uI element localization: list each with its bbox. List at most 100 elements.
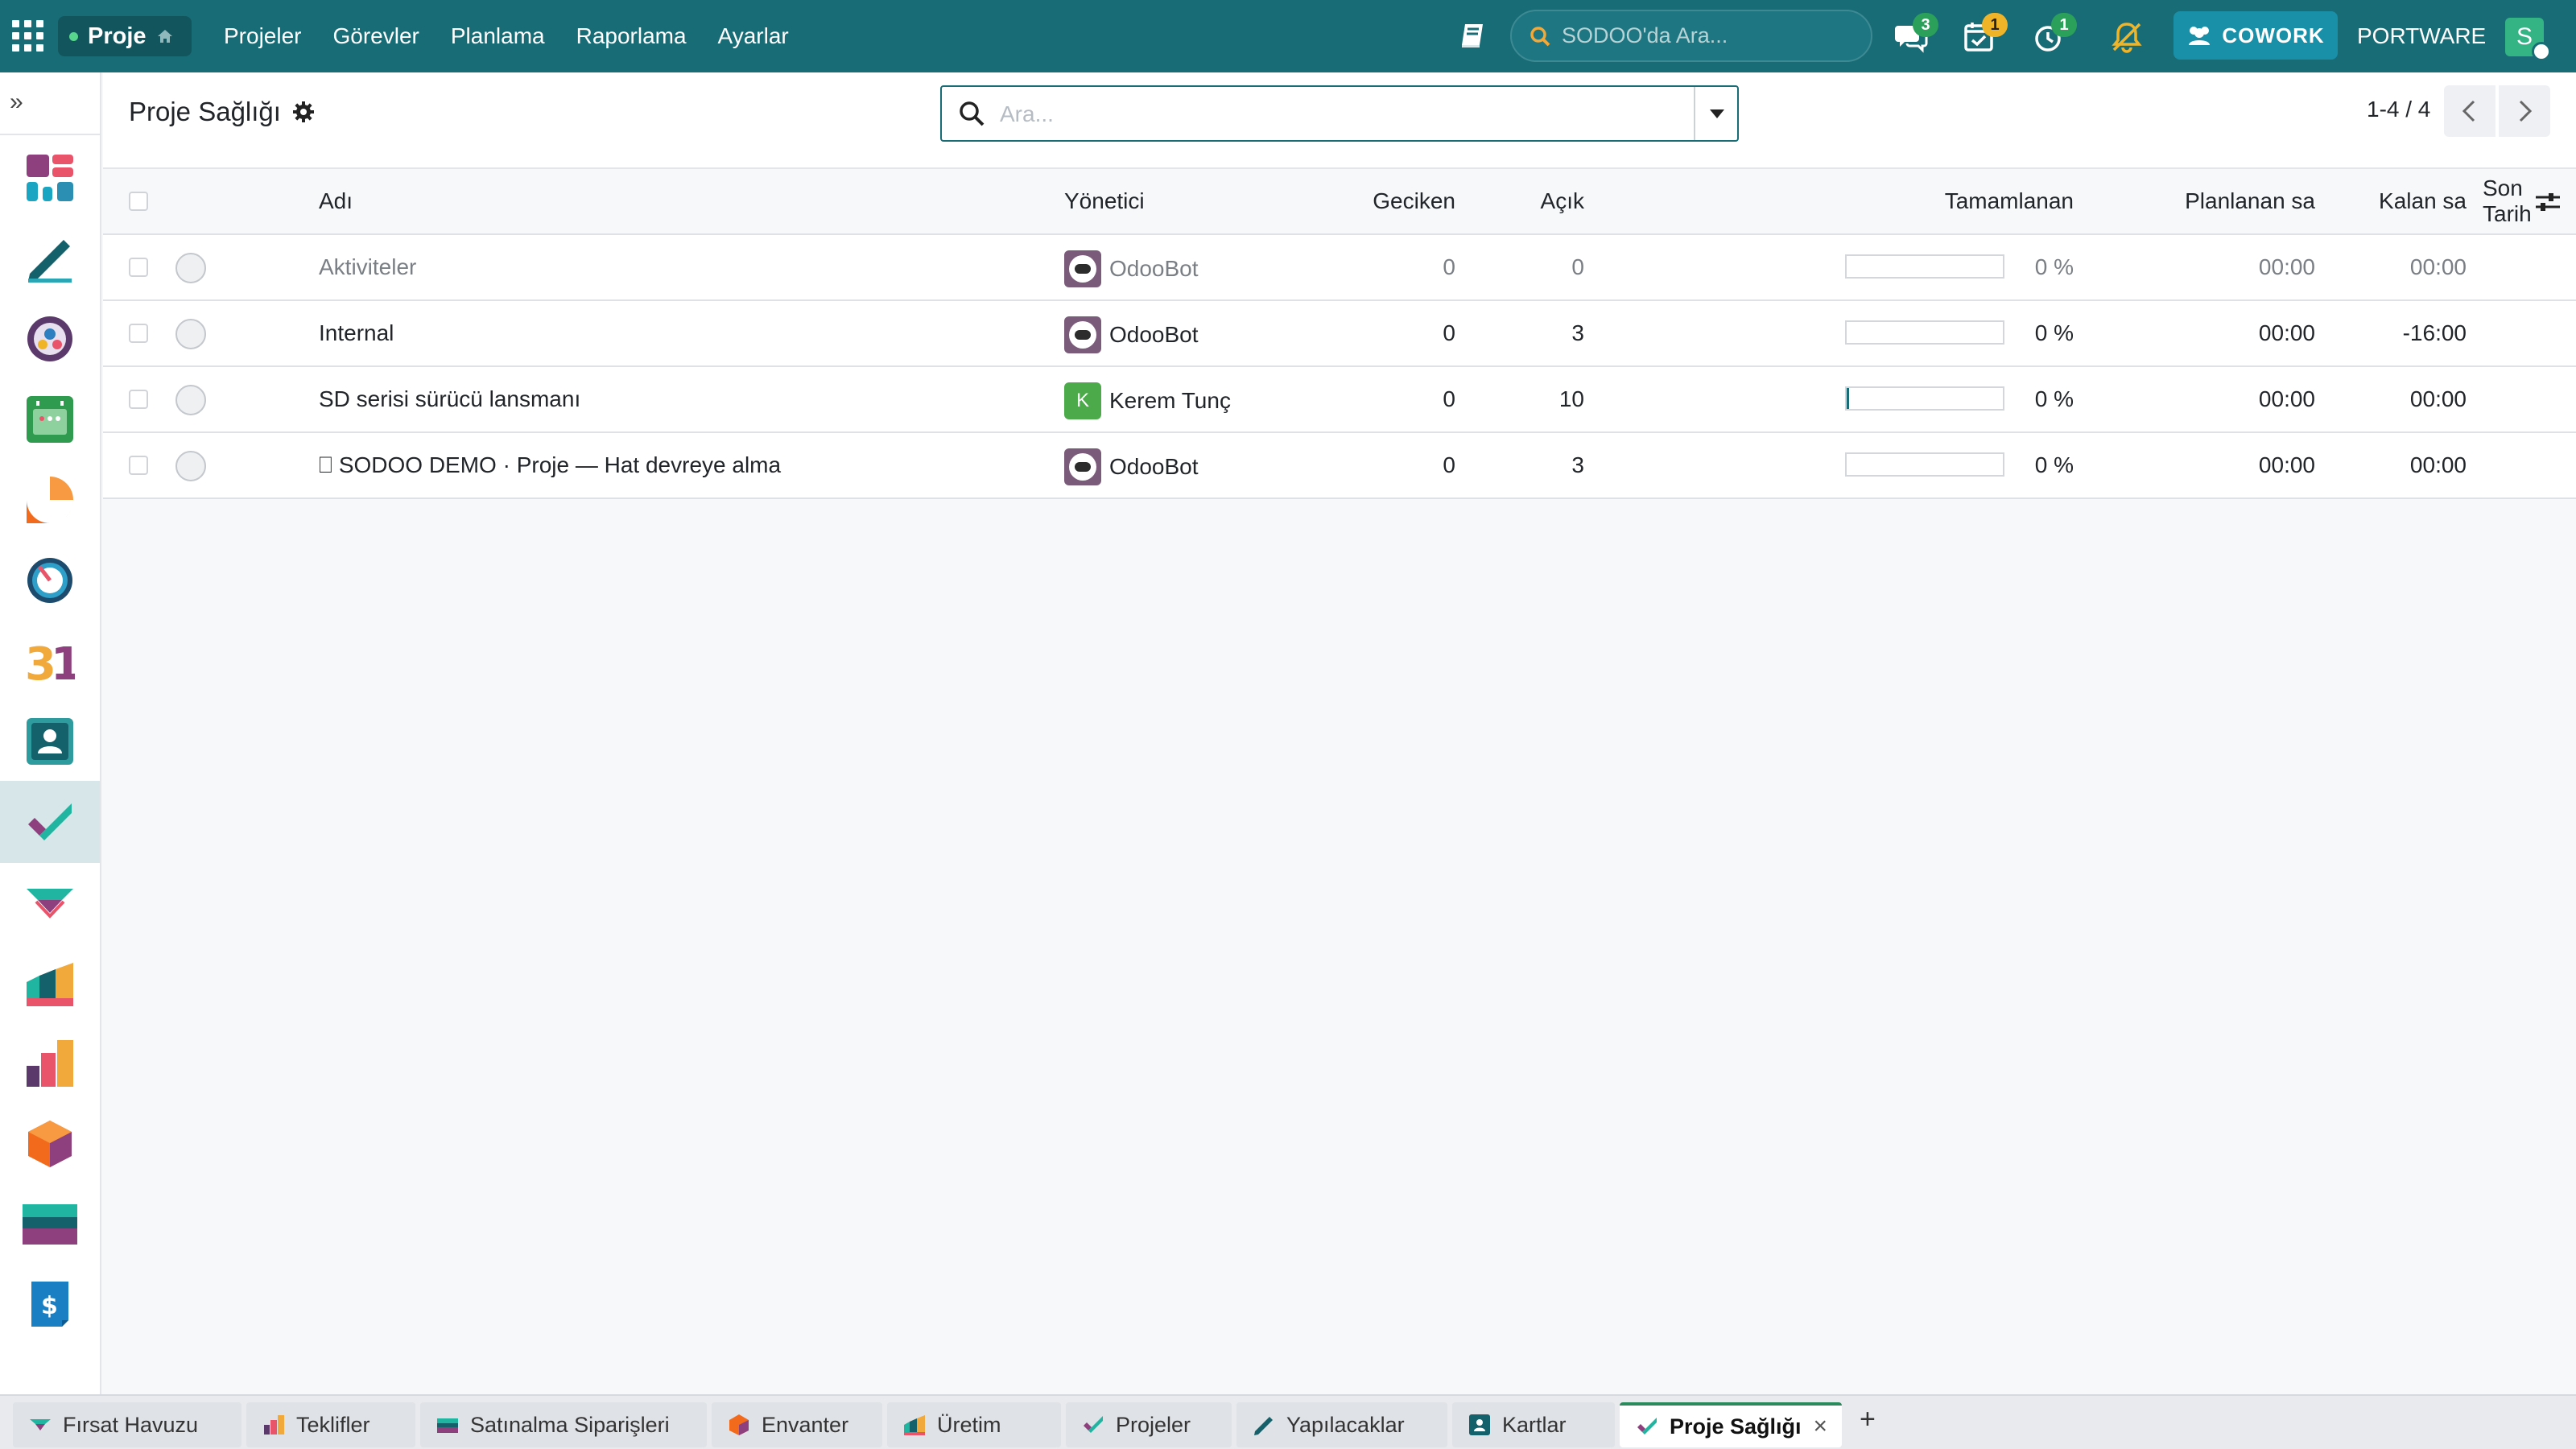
column-late[interactable]: Geciken xyxy=(1311,169,1455,233)
select-all-checkbox[interactable] xyxy=(129,192,148,211)
sidebar-app-planning[interactable] xyxy=(0,378,100,460)
table-row[interactable]: Aktiviteler OdooBot 0 0 0 % 00:00 00:00 xyxy=(103,235,2576,301)
bottom-tab[interactable]: Kartlar xyxy=(1452,1402,1615,1447)
column-settings-icon[interactable] xyxy=(2534,190,2562,214)
activities-button[interactable]: 1 xyxy=(1963,13,2008,60)
bottom-tab[interactable]: Envanter xyxy=(712,1402,882,1447)
pager-prev-button[interactable] xyxy=(2444,85,2496,137)
column-deadline[interactable]: Son Tarih xyxy=(2483,169,2576,233)
sales-icon xyxy=(27,1040,73,1087)
column-completed[interactable]: Tamamlanan xyxy=(1794,169,2074,233)
global-search-input[interactable]: SODOO'da Ara... xyxy=(1510,10,1872,62)
close-tab-icon[interactable]: × xyxy=(1813,1413,1827,1440)
manager-cell[interactable]: K Kerem Tunç xyxy=(1064,369,1231,433)
manager-cell[interactable]: OdooBot xyxy=(1064,435,1199,499)
row-checkbox[interactable] xyxy=(129,258,148,277)
discuss-icon xyxy=(27,316,72,361)
remaining-hours: 00:00 xyxy=(2409,386,2467,411)
sidebar-app-timer[interactable] xyxy=(0,539,100,621)
column-open[interactable]: Açık xyxy=(1472,169,1584,233)
sidebar-app-contacts[interactable] xyxy=(0,700,100,782)
bottom-tab-bar: Fırsat Havuzu Teklifler Satınalma Sipari… xyxy=(0,1394,2576,1449)
sidebar-app-invoicing[interactable]: $ xyxy=(0,1264,100,1346)
project-name[interactable]: Internal xyxy=(319,301,394,365)
manager-cell[interactable]: OdooBot xyxy=(1064,237,1199,301)
pager-next-button[interactable] xyxy=(2499,85,2550,137)
company-switcher[interactable]: PORTWARE xyxy=(2357,0,2486,72)
manager-name: OdooBot xyxy=(1109,256,1199,281)
search-bar[interactable]: Ara... xyxy=(940,85,1739,142)
home-icon xyxy=(157,30,172,43)
bell-slash-icon[interactable] xyxy=(2109,19,2145,55)
sidebar-app-inventory[interactable] xyxy=(0,1103,100,1185)
menu-raporlama[interactable]: Raporlama xyxy=(576,23,687,49)
sidebar-app-calendar[interactable]: 31 xyxy=(0,620,100,702)
column-remaining[interactable]: Kalan sa xyxy=(2325,169,2467,233)
gauge-icon xyxy=(27,558,72,603)
cowork-button[interactable]: COWORK xyxy=(2174,11,2338,60)
planned-hours: 00:00 xyxy=(2258,452,2315,477)
row-checkbox[interactable] xyxy=(129,456,148,475)
menu-gorevler[interactable]: Görevler xyxy=(332,23,419,49)
sidebar-divider xyxy=(0,134,100,135)
pager-value[interactable]: 1-4 / 4 xyxy=(2367,97,2430,122)
todo-icon xyxy=(28,240,72,283)
search-input[interactable]: Ara... xyxy=(1000,101,1054,127)
app-brand-label: Proje xyxy=(88,23,147,49)
project-name[interactable]: Aktiviteler xyxy=(319,235,416,299)
menu-planlama[interactable]: Planlama xyxy=(451,23,545,49)
bottom-tab[interactable]: Satınalma Siparişleri xyxy=(420,1402,707,1447)
project-name[interactable]: ⎕ SODOO DEMO · Proje — Hat devreye alma xyxy=(319,433,781,497)
manager-cell[interactable]: OdooBot xyxy=(1064,303,1199,367)
late-count: 0 xyxy=(1443,320,1455,345)
sidebar-app-discuss[interactable] xyxy=(0,298,100,380)
table-row[interactable]: Internal OdooBot 0 3 0 % 00:00 -16:00 xyxy=(103,301,2576,367)
late-count: 0 xyxy=(1443,386,1455,411)
add-tab-button[interactable]: + xyxy=(1860,1404,1876,1435)
sidebar-app-manufacturing[interactable] xyxy=(0,942,100,1024)
column-planned[interactable]: Planlanan sa xyxy=(2083,169,2315,233)
table-row[interactable]: SD serisi sürücü lansmanı K Kerem Tunç 0… xyxy=(103,367,2576,433)
sidebar-toggle-icon[interactable]: » xyxy=(10,89,23,116)
column-manager[interactable]: Yönetici xyxy=(1064,169,1145,233)
gear-icon[interactable] xyxy=(292,101,315,123)
sidebar-app-todo[interactable] xyxy=(0,217,100,299)
app-grid-icon[interactable] xyxy=(11,19,43,52)
table-header: Adı Yönetici Geciken Açık Tamamlanan Pla… xyxy=(103,169,2576,235)
caret-down-icon[interactable] xyxy=(1708,106,1726,121)
bottom-tab[interactable]: Projeler xyxy=(1066,1402,1232,1447)
bottom-tab[interactable]: Fırsat Havuzu xyxy=(13,1402,242,1447)
favorite-toggle-icon[interactable] xyxy=(175,451,206,481)
sidebar-app-helpdesk[interactable] xyxy=(0,459,100,541)
menu-projeler[interactable]: Projeler xyxy=(224,23,301,49)
favorite-toggle-icon[interactable] xyxy=(175,385,206,415)
favorite-toggle-icon[interactable] xyxy=(175,319,206,349)
favorite-toggle-icon[interactable] xyxy=(175,253,206,283)
sidebar-app-crm[interactable] xyxy=(0,861,100,943)
planned-hours: 00:00 xyxy=(2258,320,2315,345)
sidebar-app-purchase[interactable] xyxy=(0,1183,100,1265)
column-name[interactable]: Adı xyxy=(319,169,353,233)
timer-button[interactable]: 1 xyxy=(2032,13,2077,60)
messages-button[interactable]: 3 xyxy=(1893,13,1938,60)
sidebar-app-project[interactable] xyxy=(0,781,100,863)
menu-ayarlar[interactable]: Ayarlar xyxy=(718,23,789,49)
bottom-tab[interactable]: Üretim xyxy=(887,1402,1061,1447)
bottom-tab[interactable]: Yapılacaklar xyxy=(1236,1402,1447,1447)
main-menu: Projeler Görevler Planlama Raporlama Aya… xyxy=(224,0,789,72)
bottom-tab[interactable]: Proje Sağlığı × xyxy=(1620,1402,1842,1447)
row-checkbox[interactable] xyxy=(129,390,148,409)
sidebar-app-sales[interactable] xyxy=(0,1022,100,1104)
bottom-tab[interactable]: Teklifler xyxy=(246,1402,415,1447)
table-row[interactable]: ⎕ SODOO DEMO · Proje — Hat devreye alma … xyxy=(103,433,2576,499)
row-checkbox[interactable] xyxy=(129,324,148,343)
knowledge-book-icon[interactable] xyxy=(1457,19,1489,52)
sidebar-app-dashboard[interactable] xyxy=(0,137,100,219)
chevron-right-icon xyxy=(2519,100,2533,122)
project-name-label: SD serisi sürücü lansmanı xyxy=(319,386,581,411)
project-name[interactable]: SD serisi sürücü lansmanı xyxy=(319,367,580,431)
status-dot-icon xyxy=(69,31,78,41)
bottom-tab-label: Kartlar xyxy=(1502,1412,1567,1437)
app-brand-button[interactable]: Proje xyxy=(58,16,192,56)
app-sidebar: » 31 $ xyxy=(0,72,101,1394)
